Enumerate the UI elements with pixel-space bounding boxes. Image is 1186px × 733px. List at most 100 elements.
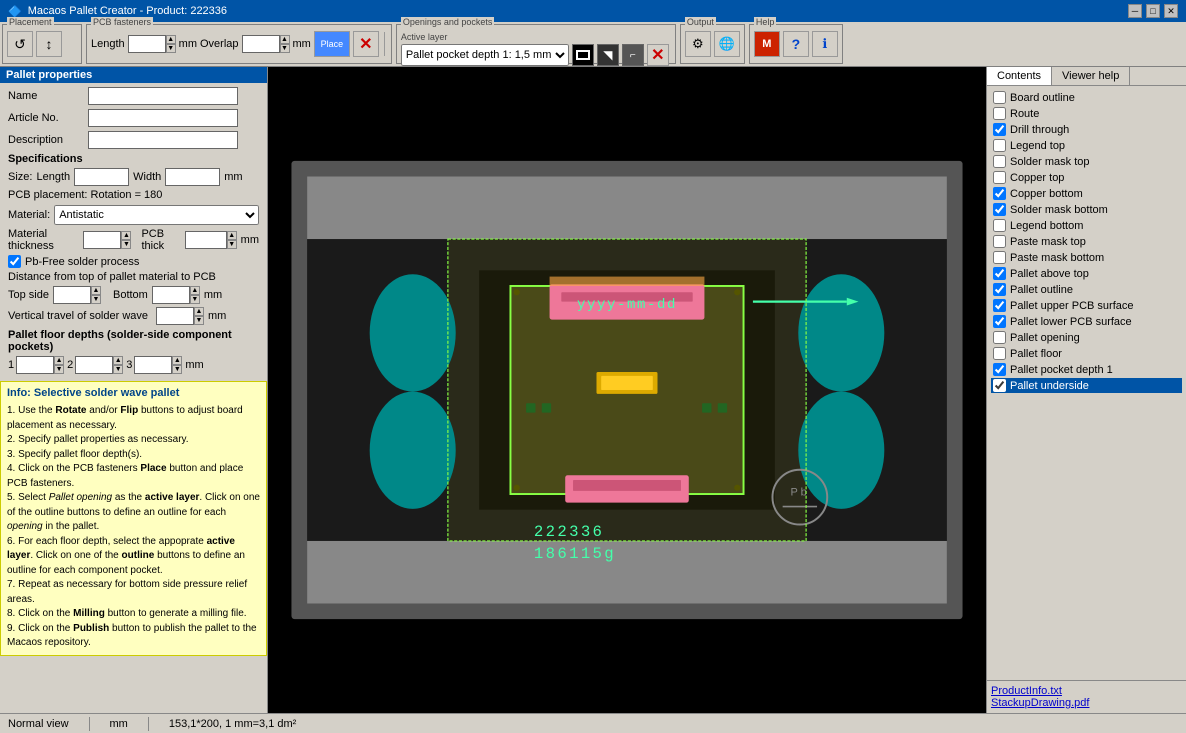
layer-checkbox-16[interactable] xyxy=(993,347,1006,360)
mat-thickness-spinbox[interactable]: 5 ▲ ▼ xyxy=(83,231,131,249)
layer-checkbox-13[interactable] xyxy=(993,299,1006,312)
layer-checkbox-8[interactable] xyxy=(993,219,1006,232)
layer-item: Copper top xyxy=(991,170,1182,185)
remove-fasteners-button[interactable]: ✕ xyxy=(353,31,379,57)
f1-up[interactable]: ▲ xyxy=(54,356,64,365)
help-label: Help xyxy=(754,17,777,27)
pcb-thick-up[interactable]: ▲ xyxy=(227,231,237,240)
layer-checkbox-0[interactable] xyxy=(993,91,1006,104)
floor-3-input[interactable]: 0,00 xyxy=(134,356,172,374)
layer-checkbox-14[interactable] xyxy=(993,315,1006,328)
layer-checkbox-7[interactable] xyxy=(993,203,1006,216)
overlap-input[interactable]: 3,0 xyxy=(242,35,280,53)
f3-up[interactable]: ▲ xyxy=(172,356,182,365)
dist-mm: mm xyxy=(204,289,222,301)
footer-link-1[interactable]: StackupDrawing.pdf xyxy=(991,697,1182,709)
top-up[interactable]: ▲ xyxy=(91,286,101,295)
outline-rect-button[interactable] xyxy=(572,44,594,66)
outline-triangle-button[interactable]: ◥ xyxy=(597,44,619,66)
pbfree-row: Pb-Free solder process xyxy=(8,255,259,268)
f2-up[interactable]: ▲ xyxy=(113,356,123,365)
layer-checkbox-18[interactable] xyxy=(993,379,1006,392)
floor-1-spinbox[interactable]: 1,50 ▲ ▼ xyxy=(16,356,64,374)
mat-thickness-label: Material thickness xyxy=(8,228,79,252)
floor-1-input[interactable]: 1,50 xyxy=(16,356,54,374)
close-button[interactable]: ✕ xyxy=(1164,4,1178,18)
f2-down[interactable]: ▼ xyxy=(113,365,123,374)
length-input[interactable]: 12,0 xyxy=(128,35,166,53)
rotate-button[interactable]: ↺ xyxy=(7,31,33,57)
maximize-button[interactable]: □ xyxy=(1146,4,1160,18)
mat-thick-up[interactable]: ▲ xyxy=(121,231,131,240)
layer-checkbox-9[interactable] xyxy=(993,235,1006,248)
overlap-up[interactable]: ▲ xyxy=(280,35,290,44)
floor-mm: mm xyxy=(185,359,203,371)
name-input[interactable]: 186115g solder pallet xyxy=(88,87,238,105)
layer-checkbox-1[interactable] xyxy=(993,107,1006,120)
footer-link-0[interactable]: ProductInfo.txt xyxy=(991,685,1182,697)
contents-tab[interactable]: Contents xyxy=(987,67,1052,85)
layer-checkbox-4[interactable] xyxy=(993,155,1006,168)
f3-down[interactable]: ▼ xyxy=(172,365,182,374)
bottom-up[interactable]: ▲ xyxy=(190,286,200,295)
mat-thickness-input[interactable]: 5 xyxy=(83,231,121,249)
about-button[interactable]: ℹ xyxy=(812,31,838,57)
material-select[interactable]: Antistatic xyxy=(54,205,259,225)
layer-checkbox-17[interactable] xyxy=(993,363,1006,376)
overlap-spinbox[interactable]: 3,0 ▲ ▼ xyxy=(242,35,290,53)
f1-down[interactable]: ▼ xyxy=(54,365,64,374)
layer-item: Pallet outline xyxy=(991,282,1182,297)
floor-2-input[interactable]: 0,00 xyxy=(75,356,113,374)
pbfree-label: Pb-Free solder process xyxy=(25,256,139,268)
info-button[interactable]: M xyxy=(754,31,780,57)
top-side-spinbox[interactable]: 0,15 ▲ ▼ xyxy=(53,286,101,304)
milling-button[interactable]: ⚙ xyxy=(685,31,711,57)
floor-3-spinbox[interactable]: 0,00 ▲ ▼ xyxy=(134,356,182,374)
outline-corner-button[interactable]: ⌐ xyxy=(622,44,644,66)
layer-item: Route xyxy=(991,106,1182,121)
length-spinbox[interactable]: 12,0 ▲ ▼ xyxy=(128,35,176,53)
layer-checkbox-6[interactable] xyxy=(993,187,1006,200)
floor-2-spinbox[interactable]: 0,00 ▲ ▼ xyxy=(75,356,123,374)
layer-checkbox-3[interactable] xyxy=(993,139,1006,152)
length-spec-input[interactable]: 153,00 xyxy=(74,168,129,186)
pcb-thick-input[interactable]: 1,55 xyxy=(185,231,227,249)
width-spec-input[interactable]: 200,00 xyxy=(165,168,220,186)
viewer-help-tab[interactable]: Viewer help xyxy=(1052,67,1130,85)
active-layer-select[interactable]: Pallet pocket depth 1: 1,5 mm xyxy=(401,44,569,66)
layer-checkbox-10[interactable] xyxy=(993,251,1006,264)
bottom-spinbox[interactable]: 1,70 ▲ ▼ xyxy=(152,286,200,304)
vertical-input[interactable]: 3,30 xyxy=(156,307,194,325)
publish-button[interactable]: 🌐 xyxy=(714,31,740,57)
article-input[interactable] xyxy=(88,109,238,127)
length-up[interactable]: ▲ xyxy=(166,35,176,44)
layer-checkbox-2[interactable] xyxy=(993,123,1006,136)
description-input[interactable] xyxy=(88,131,238,149)
pcb-thick-spinbox[interactable]: 1,55 ▲ ▼ xyxy=(185,231,237,249)
clear-layer-button[interactable]: ✕ xyxy=(647,44,669,66)
place-fasteners-button[interactable]: Place xyxy=(314,31,350,57)
flip-button[interactable]: ↕ xyxy=(36,31,62,57)
bottom-input[interactable]: 1,70 xyxy=(152,286,190,304)
top-side-input[interactable]: 0,15 xyxy=(53,286,91,304)
vertical-up[interactable]: ▲ xyxy=(194,307,204,316)
layer-checkbox-12[interactable] xyxy=(993,283,1006,296)
layers-list: Board outlineRouteDrill throughLegend to… xyxy=(987,86,1186,680)
vertical-down[interactable]: ▼ xyxy=(194,316,204,325)
help-button[interactable]: ? xyxy=(783,31,809,57)
layer-checkbox-11[interactable] xyxy=(993,267,1006,280)
mat-thick-down[interactable]: ▼ xyxy=(121,240,131,249)
pcb-thick-down[interactable]: ▼ xyxy=(227,240,237,249)
canvas-area[interactable]: P b yyyy-mm-dd 222336 186115g xyxy=(268,67,986,713)
overlap-down[interactable]: ▼ xyxy=(280,44,290,53)
top-down[interactable]: ▼ xyxy=(91,295,101,304)
length-down[interactable]: ▼ xyxy=(166,44,176,53)
layer-item: Solder mask top xyxy=(991,154,1182,169)
minimize-button[interactable]: ─ xyxy=(1128,4,1142,18)
pbfree-checkbox[interactable] xyxy=(8,255,21,268)
layer-checkbox-15[interactable] xyxy=(993,331,1006,344)
bottom-down[interactable]: ▼ xyxy=(190,295,200,304)
placement-label: Placement xyxy=(7,17,54,27)
vertical-spinbox[interactable]: 3,30 ▲ ▼ xyxy=(156,307,204,325)
layer-checkbox-5[interactable] xyxy=(993,171,1006,184)
